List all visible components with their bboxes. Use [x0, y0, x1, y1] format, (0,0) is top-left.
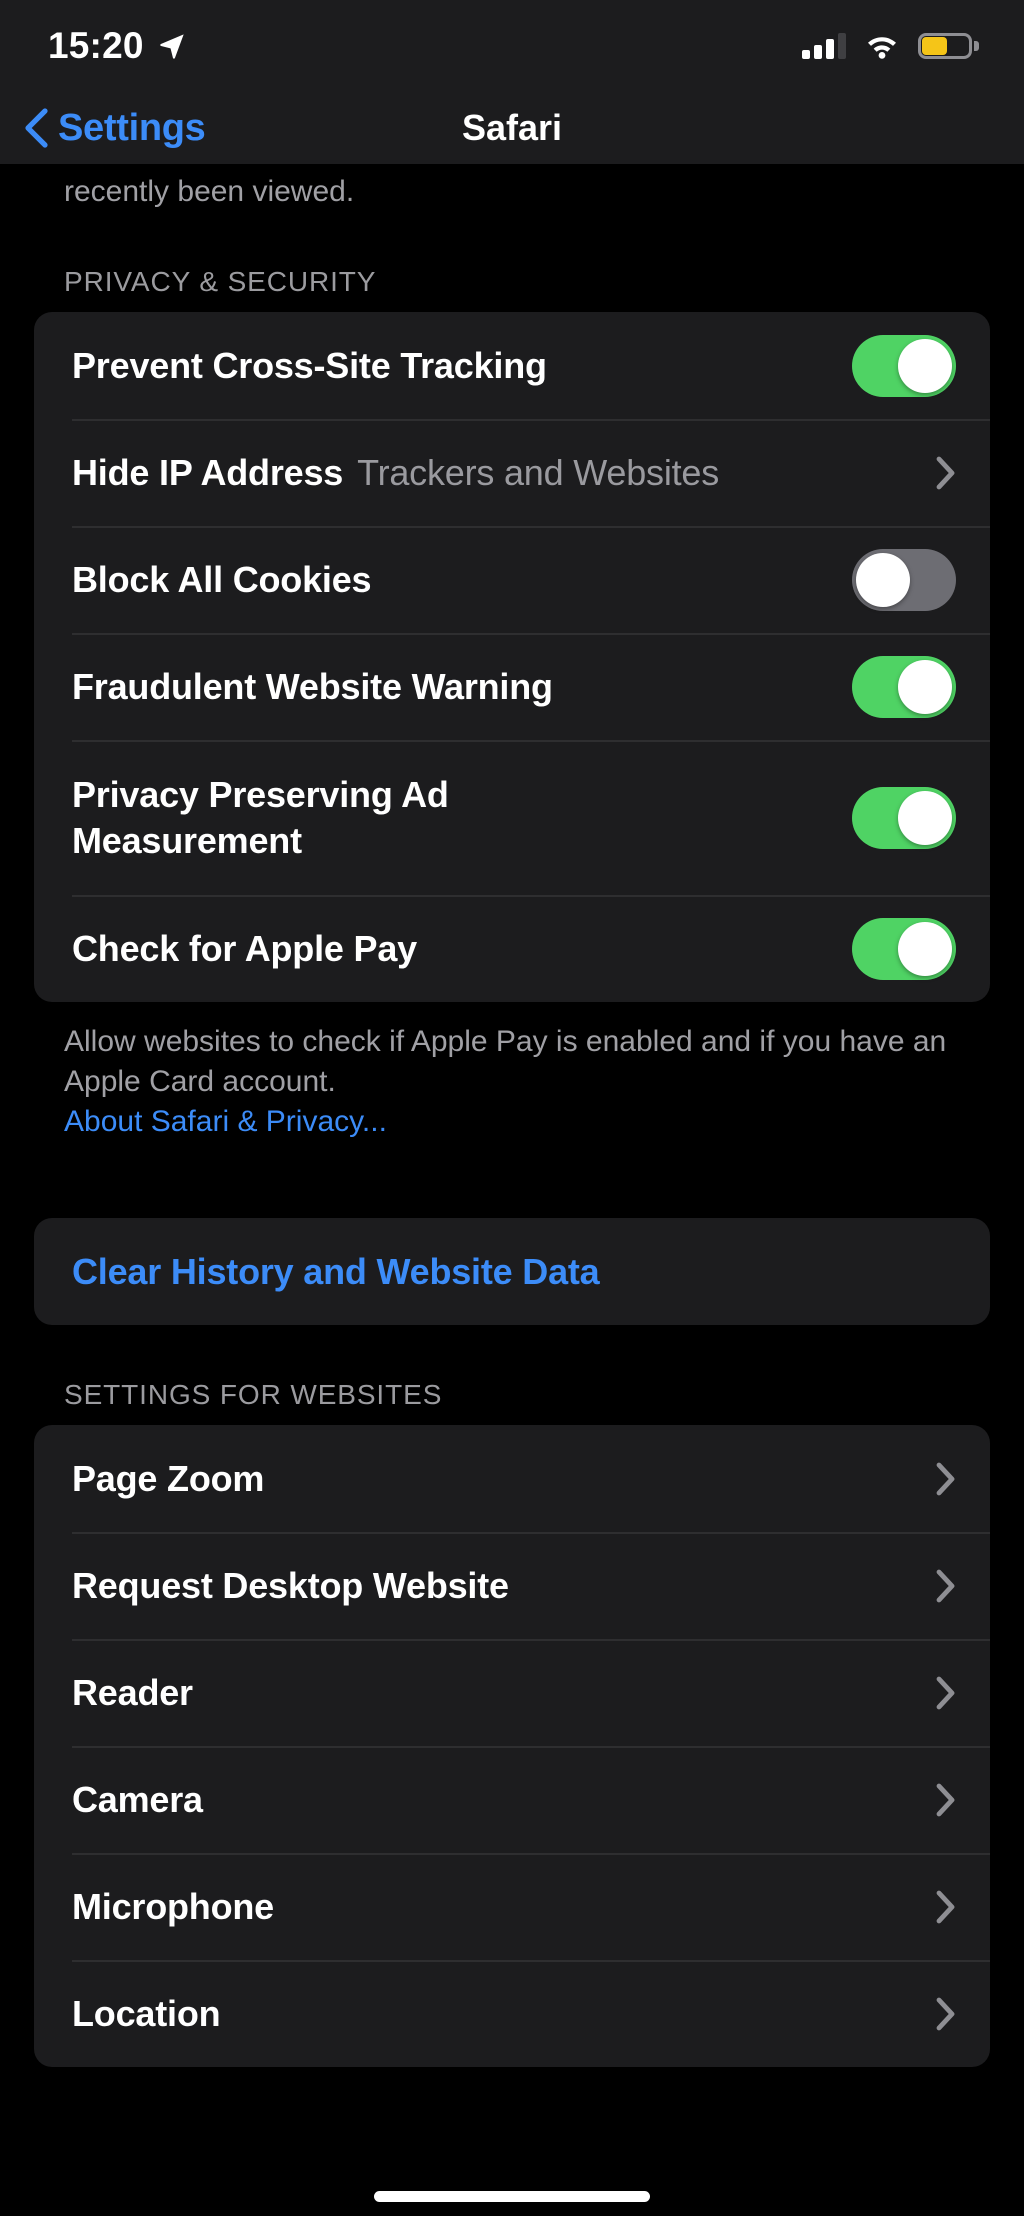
chevron-left-icon: [25, 108, 48, 148]
status-bar-left: 15:20: [48, 25, 186, 67]
settings-scroll-view[interactable]: recently been viewed. PRIVACY & SECURITY…: [0, 164, 1024, 2067]
clear-history-label: Clear History and Website Data: [72, 1250, 600, 1292]
truncated-footer-text: recently been viewed.: [0, 164, 1024, 212]
separator: [72, 633, 990, 635]
row-label: Reader: [72, 1671, 193, 1713]
row-label: Prevent Cross-Site Tracking: [72, 344, 547, 386]
chevron-right-icon: [936, 1783, 955, 1816]
chevron-right-icon: [936, 1569, 955, 1602]
back-button-label: Settings: [58, 106, 206, 149]
about-safari-privacy-link[interactable]: About Safari & Privacy...: [64, 1102, 960, 1142]
section-header-privacy-security: PRIVACY & SECURITY: [64, 266, 377, 297]
row-prevent-cross-site-tracking[interactable]: Prevent Cross-Site Tracking: [34, 312, 990, 419]
row-label: Fraudulent Website Warning: [72, 665, 553, 707]
separator: [72, 526, 990, 528]
clear-history-and-website-data-button[interactable]: Clear History and Website Data: [34, 1218, 990, 1325]
chevron-right-icon: [936, 1997, 955, 2030]
home-indicator: [374, 2191, 650, 2202]
row-label: Camera: [72, 1778, 203, 1820]
status-bar: 15:20: [0, 0, 1024, 92]
separator: [72, 895, 990, 897]
separator: [72, 1746, 990, 1748]
row-camera[interactable]: Camera: [34, 1746, 990, 1853]
row-label: Page Zoom: [72, 1457, 265, 1499]
row-block-all-cookies[interactable]: Block All Cookies: [34, 526, 990, 633]
row-page-zoom[interactable]: Page Zoom: [34, 1425, 990, 1532]
separator: [72, 1639, 990, 1641]
row-fraudulent-website-warning[interactable]: Fraudulent Website Warning: [34, 633, 990, 740]
chevron-right-icon: [936, 1890, 955, 1923]
separator: [72, 419, 990, 421]
battery-icon: [918, 33, 979, 59]
row-label: Request Desktop Website: [72, 1564, 509, 1606]
status-bar-right: [802, 33, 979, 59]
row-privacy-preserving-ad-measurement[interactable]: Privacy Preserving Ad Measurement: [34, 740, 990, 895]
row-label: Check for Apple Pay: [72, 927, 417, 969]
toggle-prevent-cross-site-tracking[interactable]: [852, 334, 956, 397]
row-check-for-apple-pay[interactable]: Check for Apple Pay: [34, 895, 990, 1002]
cellular-signal-icon: [802, 33, 846, 59]
separator: [72, 740, 990, 742]
apple-pay-footer-text: Allow websites to check if Apple Pay is …: [0, 1002, 1024, 1142]
chevron-right-icon: [936, 1676, 955, 1709]
row-label: Microphone: [72, 1885, 274, 1927]
row-label: Location: [72, 1992, 221, 2034]
separator: [72, 1853, 990, 1855]
toggle-check-for-apple-pay[interactable]: [852, 917, 956, 980]
toggle-fraudulent-website-warning[interactable]: [852, 655, 956, 718]
row-label: Block All Cookies: [72, 558, 372, 600]
row-location[interactable]: Location: [34, 1960, 990, 2067]
row-hide-ip-address[interactable]: Hide IP Address Trackers and Websites: [34, 419, 990, 526]
status-time: 15:20: [48, 25, 144, 66]
toggle-block-all-cookies[interactable]: [852, 548, 956, 611]
navigation-bar: Settings Safari: [0, 92, 1024, 164]
toggle-privacy-preserving-ad-measurement[interactable]: [852, 786, 956, 849]
row-label: Hide IP Address: [72, 451, 344, 493]
privacy-security-group: Prevent Cross-Site Tracking Hide IP Addr…: [34, 312, 990, 1002]
location-arrow-icon: [159, 34, 184, 59]
section-header-settings-for-websites: SETTINGS FOR WEBSITES: [64, 1379, 443, 1410]
apple-pay-footer-line-1: Allow websites to check if Apple Pay is …: [64, 1025, 752, 1058]
row-value: Trackers and Websites: [357, 451, 720, 493]
separator: [72, 1532, 990, 1534]
row-request-desktop-website[interactable]: Request Desktop Website: [34, 1532, 990, 1639]
chevron-right-icon: [936, 456, 955, 489]
truncated-footer-line: recently been viewed.: [64, 175, 355, 208]
settings-for-websites-group: Page Zoom Request Desktop Website Reader: [34, 1425, 990, 2067]
back-button[interactable]: Settings: [0, 107, 206, 150]
row-microphone[interactable]: Microphone: [34, 1853, 990, 1960]
chevron-right-icon: [936, 1462, 955, 1495]
row-label: Privacy Preserving Ad Measurement: [72, 773, 449, 861]
wifi-icon: [868, 37, 896, 59]
row-reader[interactable]: Reader: [34, 1639, 990, 1746]
separator: [72, 1960, 990, 1962]
